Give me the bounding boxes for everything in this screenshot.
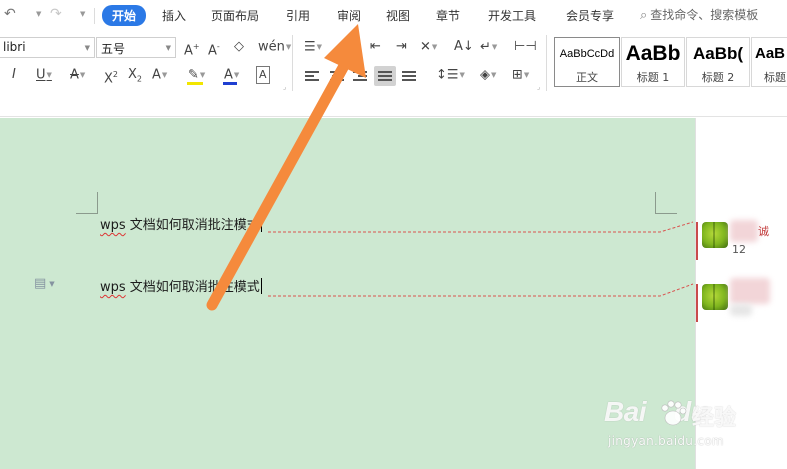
document-line-2[interactable]: wps 文档如何取消批注模式 — [100, 276, 262, 295]
baidu-jingyan-watermark: Bai du 经验 jingyan.baidu.com — [604, 396, 764, 456]
text-cursor — [260, 278, 262, 294]
style-normal[interactable]: AaBbCcDd 正文 — [554, 37, 620, 87]
sort-icon[interactable]: A↓ — [454, 39, 474, 55]
undo-icon[interactable]: ↶ — [4, 6, 16, 22]
comment-marker-2 — [696, 284, 698, 322]
redacted-time-2 — [730, 304, 752, 316]
document-line-text: 文档如何取消批注模式 — [125, 280, 260, 295]
tab-review[interactable]: 审阅 — [337, 7, 361, 24]
undo-dropdown-icon[interactable]: ▼ — [36, 10, 41, 18]
document-line-text: 文档如何取消批注模式 — [125, 218, 260, 233]
tab-page-layout[interactable]: 页面布局 — [211, 7, 259, 24]
shading-icon[interactable]: ◈▼ — [480, 67, 496, 84]
grow-font-icon[interactable]: A+ — [184, 39, 200, 59]
increase-indent-icon[interactable]: ⇥ — [396, 39, 407, 55]
italic-icon[interactable]: I — [12, 67, 16, 83]
align-left-icon[interactable] — [305, 71, 319, 83]
font-name-combo[interactable]: libri ▼ — [0, 37, 95, 58]
comment-time-1: 12 — [732, 243, 746, 256]
tab-insert[interactable]: 插入 — [162, 7, 186, 24]
comment-avatar-2 — [702, 284, 728, 310]
align-right-icon[interactable] — [353, 71, 367, 83]
borders-icon[interactable]: ⊞▼ — [512, 67, 529, 84]
paragraph-dialog-launcher-icon[interactable]: ⌟ — [537, 83, 540, 91]
font-size-combo[interactable]: 五号 ▼ — [96, 37, 176, 58]
font-dialog-launcher-icon[interactable]: ⌟ — [283, 83, 286, 91]
style-heading-1[interactable]: AaBb 标题 1 — [621, 37, 685, 87]
font-color-swatch — [223, 82, 237, 85]
document-line-1[interactable]: wps 文档如何取消批注模式 — [100, 214, 262, 233]
subscript-icon[interactable]: X2 — [128, 67, 142, 88]
decrease-indent-icon[interactable]: ⇤ — [370, 39, 381, 55]
chinese-layout-icon[interactable]: ✕▼ — [420, 39, 437, 56]
style-heading-2[interactable]: AaBb( 标题 2 — [686, 37, 750, 87]
text-cursor — [260, 216, 262, 232]
distributed-align-icon[interactable] — [402, 71, 416, 83]
underline-icon[interactable]: U▼ — [36, 67, 52, 84]
watermark-url: jingyan.baidu.com — [608, 434, 724, 448]
phonetic-guide-icon[interactable]: wén▼ — [258, 39, 291, 56]
tab-member-exclusive[interactable]: 会员专享 — [566, 7, 614, 24]
show-hide-marks-icon[interactable]: ↵▼ — [480, 39, 497, 56]
redacted-author-2 — [730, 278, 770, 304]
comment-avatar-1 — [702, 222, 728, 248]
char-border-icon[interactable]: A — [256, 66, 270, 84]
search-command[interactable]: ⌕ 查找命令、搜索模板 — [640, 6, 758, 23]
tab-stops-icon[interactable]: ⊢⊣ — [514, 39, 537, 55]
align-center-icon[interactable] — [330, 71, 344, 83]
comment-marker-1 — [696, 222, 698, 260]
redacted-author-1 — [730, 220, 758, 242]
menu-bar: ↶ ▼ ↷ ▼ 开始 插入 页面布局 引用 审阅 视图 章节 开发工具 会员专享… — [0, 0, 787, 31]
search-placeholder: 查找命令、搜索模板 — [650, 8, 759, 22]
chevron-down-icon: ▼ — [84, 44, 90, 52]
page-corner-mark-left — [76, 192, 98, 214]
tab-references[interactable]: 引用 — [286, 7, 310, 24]
spell-error-word[interactable]: wps — [100, 218, 126, 233]
justify-icon[interactable] — [378, 71, 392, 83]
tab-view[interactable]: 视图 — [386, 7, 410, 24]
strikethrough-icon[interactable]: A▼ — [70, 67, 85, 84]
baidu-paw-icon — [661, 400, 687, 426]
tab-developer-tools[interactable]: 开发工具 — [488, 7, 536, 24]
highlight-color-swatch — [187, 82, 203, 85]
page-corner-mark-right — [655, 192, 677, 214]
style-heading-3[interactable]: AaB 标题 — [751, 37, 787, 87]
line-spacing-icon[interactable]: ↕☰▼ — [436, 67, 465, 84]
comment-author-1: 诚 — [758, 225, 769, 238]
font-name-value: libri — [3, 40, 26, 54]
shrink-font-icon[interactable]: A- — [208, 39, 220, 59]
redo-icon[interactable]: ↷ — [50, 6, 62, 22]
chevron-down-icon: ▼ — [165, 44, 171, 52]
clear-format-icon[interactable]: ◇ — [234, 39, 244, 55]
ribbon-footer — [0, 93, 787, 117]
menu-divider — [94, 8, 95, 24]
paragraph-handle-icon[interactable]: ▤ ▼ — [34, 276, 55, 291]
search-icon: ⌕ — [640, 8, 648, 23]
superscript-icon[interactable]: X2 — [104, 67, 118, 87]
ribbon-divider — [292, 35, 293, 91]
bullet-list-icon[interactable]: ☰▼ — [304, 39, 322, 56]
ribbon-divider — [546, 35, 547, 91]
spell-error-word[interactable]: wps — [100, 280, 126, 295]
text-effect-icon[interactable]: A▼ — [152, 67, 167, 84]
document-canvas[interactable]: wps 文档如何取消批注模式 ▤ ▼ wps 文档如何取消批注模式 — [0, 118, 695, 469]
tab-home[interactable]: 开始 — [102, 5, 147, 26]
tab-sections[interactable]: 章节 — [436, 7, 460, 24]
watermark-cn: 经验 — [692, 406, 737, 431]
font-size-value: 五号 — [101, 42, 126, 56]
quick-access-dropdown-icon[interactable]: ▼ — [80, 10, 85, 18]
